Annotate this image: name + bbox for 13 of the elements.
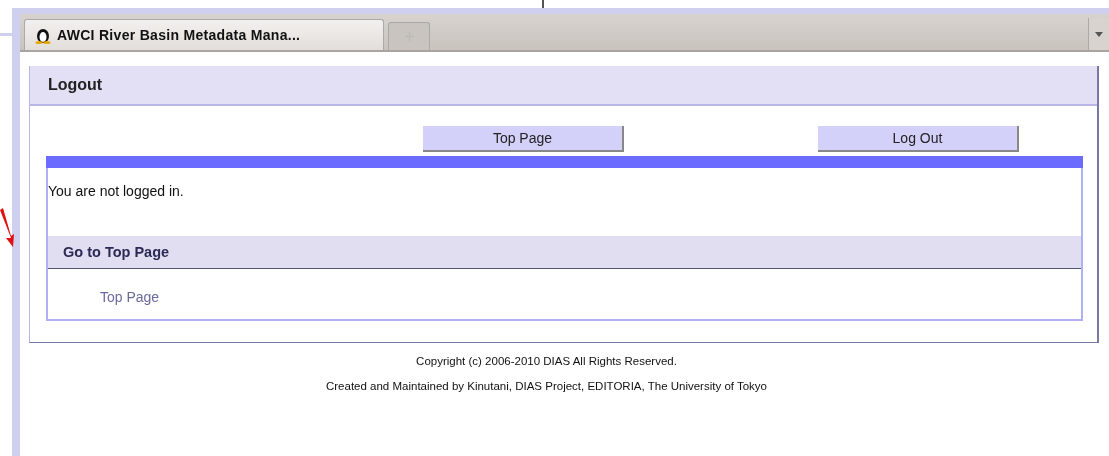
nav-button[interactable]: Top Page [423, 126, 624, 152]
arrow-icon [0, 208, 14, 248]
section-title: Go to Top Page [63, 244, 170, 260]
panel-title: Logout [48, 76, 103, 94]
tab-list-button[interactable] [1088, 18, 1109, 50]
top-page-link[interactable]: Top Page [100, 289, 160, 305]
nav-button[interactable]: Log Out [818, 126, 1019, 152]
footer-text: Created and Maintained by Kinutani, DIAS Project, EDITORIA, The University of Tokyo [325, 380, 767, 392]
status-message: You are not logged in. [48, 183, 184, 199]
penguin-icon [35, 26, 51, 44]
caret-icon [1095, 31, 1103, 37]
browser-tab[interactable]: AWCI River Basin Metadata Mana... [24, 19, 384, 50]
footer-text: Copyright (c) 2006-2010 DIAS All Rights Reserved. [416, 355, 677, 367]
